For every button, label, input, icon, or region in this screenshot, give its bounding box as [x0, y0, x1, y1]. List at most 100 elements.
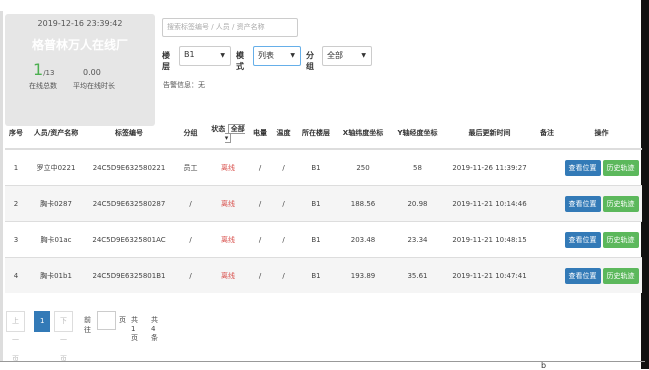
cell-state: 离线: [208, 257, 248, 293]
history-button[interactable]: 历史轨迹: [602, 159, 639, 176]
cell-name: 罗立中0221: [27, 148, 85, 186]
cell-y: 58: [389, 148, 446, 186]
table-row: 3 胸卡01ac 24C5D9E6325801AC / 离线 / / B1 20…: [5, 221, 642, 258]
col-state: 状态 全部▾: [208, 118, 248, 150]
chevron-down-icon: ▼: [361, 52, 366, 59]
page-jump-input[interactable]: [97, 311, 116, 330]
history-button[interactable]: 历史轨迹: [602, 231, 639, 248]
stats-datetime: 2019-12-16 23:39:42: [37, 19, 123, 28]
locate-button[interactable]: 查看位置: [564, 159, 601, 176]
cell-floor: B1: [295, 221, 337, 258]
cell-battery: /: [248, 148, 272, 186]
online-number: 1: [33, 60, 44, 79]
mode-select[interactable]: 列表 ▼: [253, 46, 301, 66]
page-unit: 页: [119, 316, 126, 324]
cell-updated: 2019-11-21 10:14:46: [446, 185, 533, 222]
locate-button[interactable]: 查看位置: [564, 195, 601, 212]
search-input[interactable]: 搜索标签编号 / 人员 / 资产名称: [162, 18, 298, 37]
cell-updated: 2019-11-21 10:47:41: [446, 257, 533, 293]
prev-page-button[interactable]: 上一页: [6, 311, 25, 363]
cell-updated: 2019-11-21 10:48:15: [446, 221, 533, 258]
table-row: 1 罗立中0221 24C5D9E632580221 员工 离线 / / B1 …: [5, 148, 642, 186]
cell-x: 250: [337, 148, 389, 186]
avg-online-time: 0.00: [83, 68, 101, 77]
cell-note: [533, 185, 561, 222]
cell-battery: /: [248, 221, 272, 258]
page-1-button[interactable]: 1: [34, 311, 51, 332]
cell-temp: /: [272, 257, 295, 293]
floor-select[interactable]: B1 ▼: [179, 46, 231, 66]
col-temp: 温度: [272, 118, 295, 150]
mode-label: 模式: [236, 51, 244, 71]
total-items: 共 4 条: [151, 316, 158, 342]
group-value: 全部: [327, 51, 343, 60]
col-tag: 标签编号: [85, 118, 173, 150]
online-total: /13: [43, 69, 55, 77]
cell-name: 胸卡01b1: [27, 257, 85, 293]
history-button[interactable]: 历史轨迹: [602, 195, 639, 212]
cell-x: 203.48: [337, 221, 389, 258]
cell-temp: /: [272, 148, 295, 186]
cell-name: 胸卡01ac: [27, 221, 85, 258]
cell-note: [533, 257, 561, 293]
col-name: 人员/资产名称: [27, 118, 85, 150]
online-count: 1/13: [33, 60, 54, 79]
state-filter-select[interactable]: 全部▾: [224, 124, 245, 143]
cell-note: [533, 148, 561, 186]
device-table: 序号 人员/资产名称 标签编号 分组 状态 全部▾ 电量 温度 所在楼层 X轴纬…: [5, 118, 642, 293]
history-button[interactable]: 历史轨迹: [602, 267, 639, 284]
goto-label: 前往: [84, 316, 91, 334]
table-row: 4 胸卡01b1 24C5D9E6325801B1 / 离线 / / B1 19…: [5, 257, 642, 293]
cell-x: 193.89: [337, 257, 389, 293]
chevron-down-icon: ▼: [220, 52, 225, 59]
cell-x: 188.56: [337, 185, 389, 222]
group-select[interactable]: 全部 ▼: [322, 46, 372, 66]
table-header: 序号 人员/资产名称 标签编号 分组 状态 全部▾ 电量 温度 所在楼层 X轴纬…: [5, 118, 642, 150]
col-actions: 操作: [561, 118, 642, 150]
cell-floor: B1: [295, 148, 337, 186]
cell-index: 4: [5, 257, 27, 293]
cell-tag: 24C5D9E6325801B1: [85, 257, 173, 293]
locate-button[interactable]: 查看位置: [564, 267, 601, 284]
cell-actions: 查看位置 历史轨迹: [561, 221, 642, 258]
cell-temp: /: [272, 185, 295, 222]
cell-y: 23.34: [389, 221, 446, 258]
cell-name: 胸卡0287: [27, 185, 85, 222]
online-label: 在线总数: [29, 82, 57, 90]
right-edge: [641, 0, 649, 369]
cell-y: 35.61: [389, 257, 446, 293]
cell-index: 3: [5, 221, 27, 258]
cell-actions: 查看位置 历史轨迹: [561, 148, 642, 186]
avg-label: 平均在线时长: [73, 82, 115, 90]
col-state-label: 状态: [211, 125, 226, 133]
cell-group: /: [173, 221, 208, 258]
chevron-down-icon: ▼: [290, 52, 295, 59]
col-group: 分组: [173, 118, 208, 150]
cell-y: 20.98: [389, 185, 446, 222]
cell-state: 离线: [208, 148, 248, 186]
table-row: 2 胸卡0287 24C5D9E632580287 / 离线 / / B1 18…: [5, 185, 642, 222]
top-bar: [0, 0, 645, 11]
stats-card: 2019-12-16 23:39:42 格普林万人在线厂 1/13 0.00 在…: [5, 14, 155, 126]
group-label: 分组: [306, 51, 314, 71]
locate-button[interactable]: 查看位置: [564, 231, 601, 248]
state-filter-value: 全部: [230, 125, 245, 133]
col-x: X轴纬度坐标: [337, 118, 389, 150]
col-battery: 电量: [248, 118, 272, 150]
cell-index: 2: [5, 185, 27, 222]
col-y: Y轴经度坐标: [389, 118, 446, 150]
col-index: 序号: [5, 118, 27, 150]
next-page-button[interactable]: 下一页: [54, 311, 73, 363]
cell-state: 离线: [208, 185, 248, 222]
cell-temp: /: [272, 221, 295, 258]
col-note: 备注: [533, 118, 561, 150]
col-updated: 最后更新时间: [446, 118, 533, 150]
cell-tag: 24C5D9E6325801AC: [85, 221, 173, 258]
cell-actions: 查看位置 历史轨迹: [561, 257, 642, 293]
bottom-divider: [0, 361, 645, 362]
cell-note: [533, 221, 561, 258]
stats-title: 格普林万人在线厂: [31, 38, 128, 52]
cell-group: 员工: [173, 148, 208, 186]
cell-index: 1: [5, 148, 27, 186]
floor-value: B1: [184, 50, 195, 59]
